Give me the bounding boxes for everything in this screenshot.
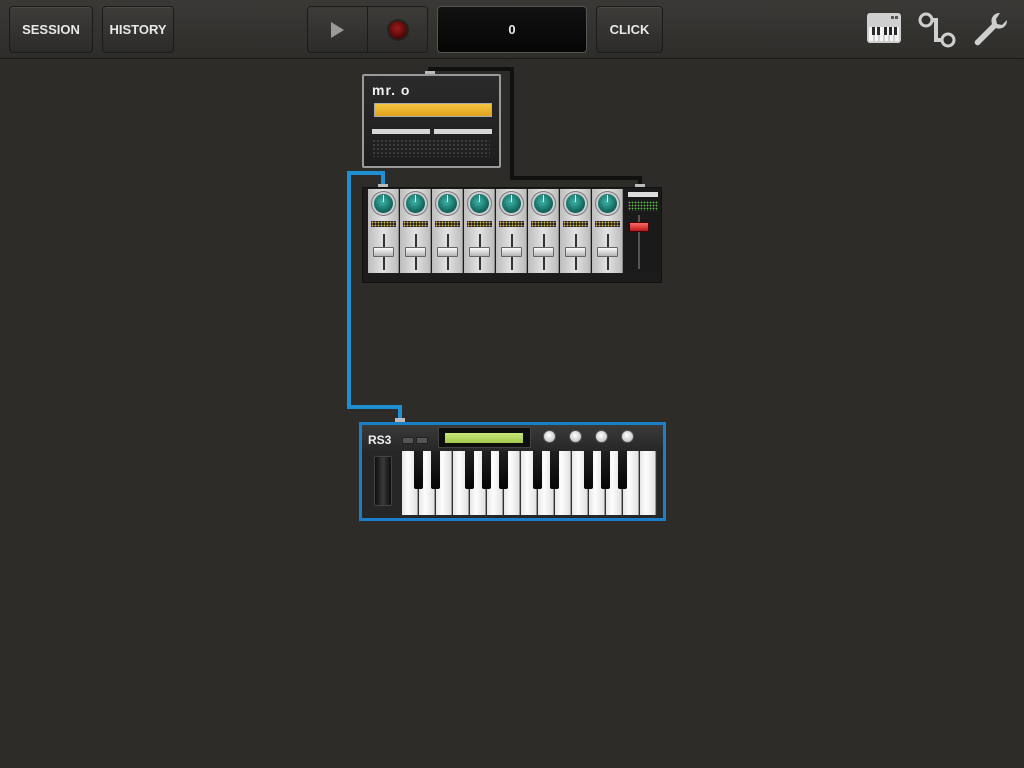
patch-cables — [347, 67, 645, 423]
channel-leds — [531, 221, 556, 227]
black-key[interactable] — [482, 451, 491, 489]
channel-fader[interactable] — [373, 247, 394, 257]
mixer-channel — [432, 189, 463, 273]
master-label — [628, 192, 658, 197]
black-key[interactable] — [465, 451, 474, 489]
black-key[interactable] — [550, 451, 559, 489]
channel-fader[interactable] — [533, 247, 554, 257]
pan-knob[interactable] — [438, 194, 457, 213]
pan-knob[interactable] — [598, 194, 617, 213]
pan-knob[interactable] — [502, 194, 521, 213]
channel-leds — [435, 221, 460, 227]
rs3-preset-display[interactable] — [438, 427, 531, 448]
master-section — [625, 189, 661, 273]
black-key[interactable] — [431, 451, 440, 489]
mro-module[interactable]: mr. o — [362, 74, 501, 168]
black-key[interactable] — [414, 451, 423, 489]
piano-keyboard — [402, 451, 657, 515]
mixer-channel — [528, 189, 559, 273]
white-key[interactable] — [640, 451, 656, 515]
rs3-synth-module[interactable]: RS3 — [359, 422, 666, 521]
pitch-wheel[interactable] — [374, 456, 392, 506]
channel-fader[interactable] — [469, 247, 490, 257]
rs3-knob[interactable] — [595, 430, 608, 443]
channel-fader[interactable] — [437, 247, 458, 257]
channel-fader[interactable] — [565, 247, 586, 257]
black-key[interactable] — [618, 451, 627, 489]
mixer-channel — [464, 189, 495, 273]
black-key[interactable] — [533, 451, 542, 489]
master-fader[interactable] — [629, 222, 649, 232]
pan-knob[interactable] — [534, 194, 553, 213]
mixer-channel — [368, 189, 399, 273]
rs3-logo: RS3 — [368, 433, 392, 447]
channel-fader[interactable] — [405, 247, 426, 257]
rs3-preset-name — [445, 433, 523, 443]
channel-leds — [595, 221, 620, 227]
rs3-knob[interactable] — [621, 430, 634, 443]
mixer-channel — [400, 189, 431, 273]
pan-knob[interactable] — [406, 194, 425, 213]
rs3-knob[interactable] — [569, 430, 582, 443]
rs3-knob[interactable] — [543, 430, 556, 443]
black-key[interactable] — [601, 451, 610, 489]
rs3-edit-button[interactable] — [402, 437, 414, 444]
pan-knob[interactable] — [374, 194, 393, 213]
channel-leds — [403, 221, 428, 227]
pan-knob[interactable] — [566, 194, 585, 213]
channel-leds — [563, 221, 588, 227]
mro-display[interactable] — [374, 103, 492, 117]
mixer-module[interactable] — [362, 187, 662, 283]
master-leds — [628, 201, 658, 211]
channel-leds — [499, 221, 524, 227]
mro-field[interactable] — [372, 129, 430, 134]
rs3-header: RS3 — [362, 425, 663, 451]
channel-fader[interactable] — [501, 247, 522, 257]
mro-field[interactable] — [434, 129, 492, 134]
black-key[interactable] — [584, 451, 593, 489]
channel-fader[interactable] — [597, 247, 618, 257]
black-key[interactable] — [499, 451, 508, 489]
mixer-channel — [560, 189, 591, 273]
channel-leds — [371, 221, 396, 227]
mixer-channel — [592, 189, 623, 273]
mixer-channel — [496, 189, 527, 273]
pan-knob[interactable] — [470, 194, 489, 213]
rs3-option-button[interactable] — [416, 437, 428, 444]
mro-led-grid — [372, 139, 490, 157]
channel-leds — [467, 221, 492, 227]
mro-logo: mr. o — [372, 82, 411, 98]
